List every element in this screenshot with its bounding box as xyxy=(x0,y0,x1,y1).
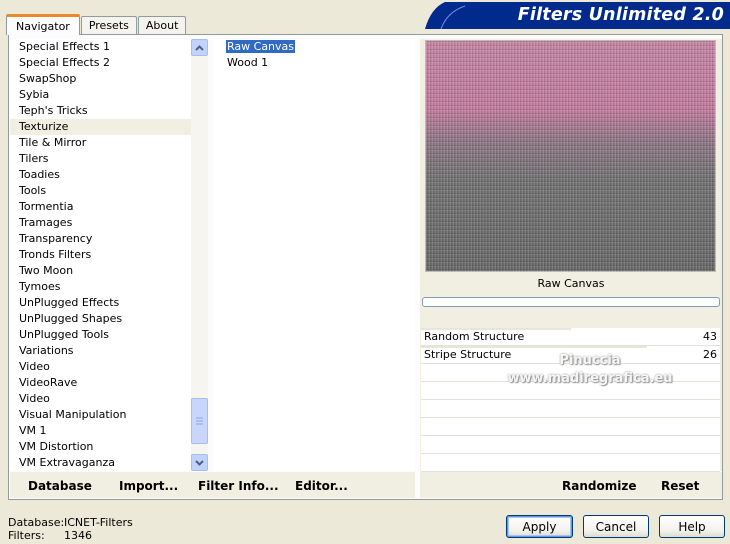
database-label: Database: xyxy=(8,516,65,529)
category-item[interactable]: Texturize xyxy=(10,119,208,135)
category-item[interactable]: Tile & Mirror xyxy=(10,135,208,151)
category-item[interactable]: VM Extravaganza xyxy=(10,455,208,471)
category-item[interactable]: Tramages xyxy=(10,215,208,231)
category-item[interactable]: Toadies xyxy=(10,167,208,183)
watermark-name: Pinuccia xyxy=(559,353,621,368)
category-item[interactable]: Tools xyxy=(10,183,208,199)
database-value: ICNET-Filters xyxy=(64,516,133,529)
param-row-empty xyxy=(421,400,720,418)
category-item[interactable]: UnPlugged Tools xyxy=(10,327,208,343)
category-item[interactable]: Visual Manipulation xyxy=(10,407,208,423)
param-row-empty xyxy=(421,418,720,436)
title-banner: Filters Unlimited 2.0 xyxy=(425,2,730,29)
category-item[interactable]: SwapShop xyxy=(10,71,208,87)
filters-count: 1346 xyxy=(64,529,92,542)
import-button[interactable]: Import... xyxy=(119,479,178,493)
cancel-button[interactable]: Cancel xyxy=(583,515,649,538)
param-value: 26 xyxy=(703,348,717,361)
category-item[interactable]: Tilers xyxy=(10,151,208,167)
category-item[interactable]: VideoRave xyxy=(10,375,208,391)
filters-label: Filters: xyxy=(8,529,45,542)
chevron-down-icon xyxy=(195,459,204,466)
preview-image xyxy=(425,40,716,272)
param-row-empty xyxy=(421,454,720,472)
category-item[interactable]: Sybia xyxy=(10,87,208,103)
progress-bar xyxy=(422,297,720,307)
banner-title: Filters Unlimited 2.0 xyxy=(517,5,724,25)
category-item[interactable]: Teph's Tricks xyxy=(10,103,208,119)
scroll-up-button[interactable] xyxy=(191,39,208,56)
watermark: Pinuccia www.madiregrafica.eu xyxy=(490,352,690,388)
category-item[interactable]: Special Effects 2 xyxy=(10,55,208,71)
param-label: Random Structure xyxy=(424,330,525,343)
editor-button[interactable]: Editor... xyxy=(295,479,348,493)
tab-presets[interactable]: Presets xyxy=(80,16,137,34)
category-item[interactable]: UnPlugged Effects xyxy=(10,295,208,311)
filter-item[interactable]: Raw Canvas xyxy=(214,39,415,55)
category-item[interactable]: Video xyxy=(10,359,208,375)
category-item[interactable]: UnPlugged Shapes xyxy=(10,311,208,327)
category-item[interactable]: Two Moon xyxy=(10,263,208,279)
category-item[interactable]: Tymoes xyxy=(10,279,208,295)
category-scrollbar[interactable] xyxy=(191,39,208,471)
database-button[interactable]: Database xyxy=(28,479,92,493)
apply-button[interactable]: Apply xyxy=(506,515,573,538)
preview-filter-name: Raw Canvas xyxy=(537,277,605,290)
reset-button[interactable]: Reset xyxy=(661,479,699,493)
param-value: 43 xyxy=(703,330,717,343)
category-item[interactable]: Video xyxy=(10,391,208,407)
parameter-list: Random Structure 43 Stripe Structure 26 xyxy=(421,328,720,472)
help-button[interactable]: Help xyxy=(659,515,725,538)
status-area: Database:ICNET-Filters Filters: 1346 xyxy=(8,516,133,542)
filter-item-label: Raw Canvas xyxy=(226,40,296,53)
chevron-up-icon xyxy=(195,44,204,51)
category-item[interactable]: Tronds Filters xyxy=(10,247,208,263)
category-item[interactable]: VM 1 xyxy=(10,423,208,439)
tab-about[interactable]: About xyxy=(137,16,187,34)
category-item[interactable]: Variations xyxy=(10,343,208,359)
tab-navigator[interactable]: Navigator xyxy=(6,14,80,35)
param-row-random-structure[interactable]: Random Structure 43 xyxy=(421,328,720,346)
filter-info-button[interactable]: Filter Info... xyxy=(198,479,279,493)
category-item[interactable]: Special Effects 1 xyxy=(10,39,208,55)
randomize-button[interactable]: Randomize xyxy=(562,479,636,493)
grip-icon xyxy=(196,417,203,425)
filter-item-label: Wood 1 xyxy=(227,56,269,69)
category-item[interactable]: Transparency xyxy=(10,231,208,247)
category-item[interactable]: VM Distortion xyxy=(10,439,208,455)
tab-bar: Navigator Presets About xyxy=(6,13,187,35)
category-list[interactable]: Special Effects 1 Special Effects 2 SwapSh… xyxy=(10,39,208,471)
param-row-empty xyxy=(421,436,720,454)
filter-list[interactable]: Raw Canvas Wood 1 xyxy=(214,39,415,471)
watermark-url: www.madiregrafica.eu xyxy=(507,371,673,386)
category-item[interactable]: Tormentia xyxy=(10,199,208,215)
scroll-thumb[interactable] xyxy=(191,398,208,444)
filter-item[interactable]: Wood 1 xyxy=(214,55,415,71)
scroll-down-button[interactable] xyxy=(191,454,208,471)
